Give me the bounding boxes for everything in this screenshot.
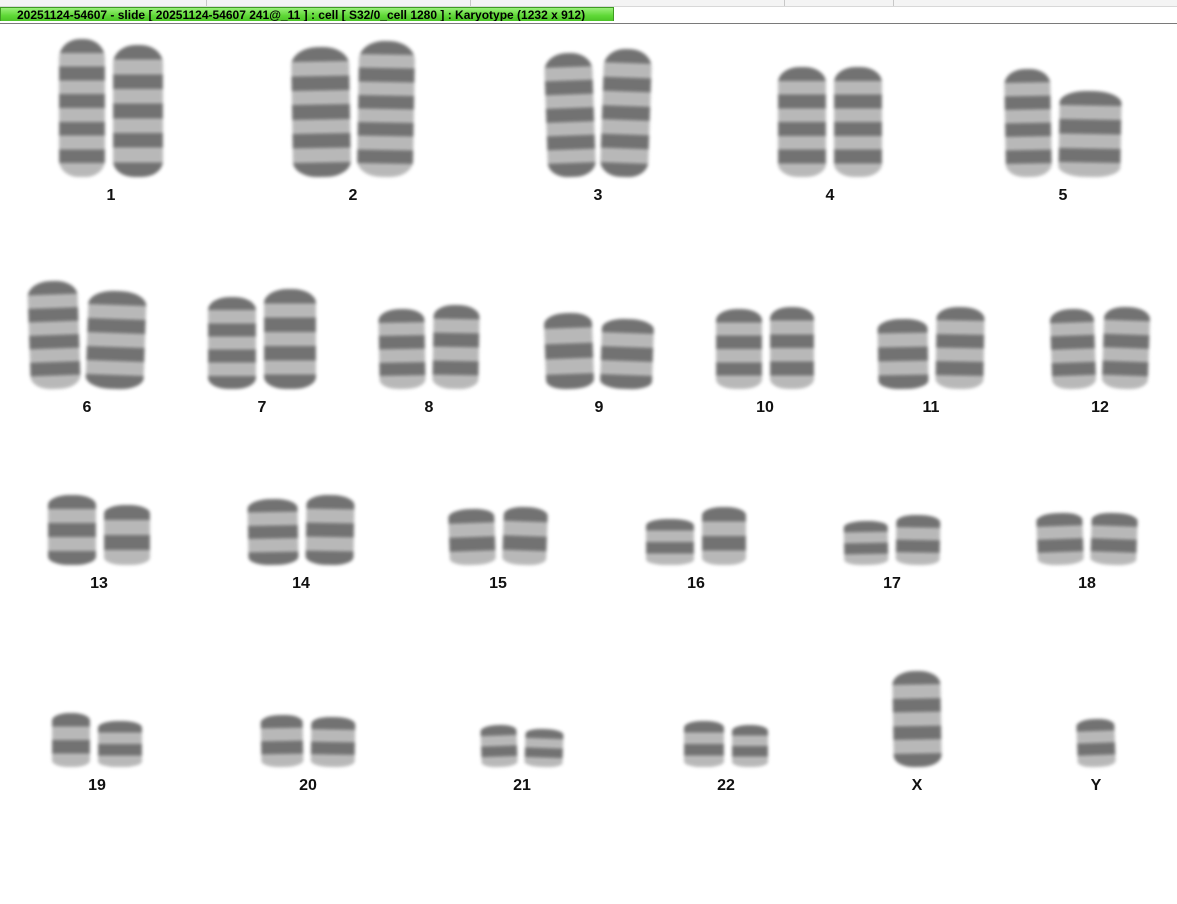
chromosome-10-homolog-1[interactable] — [716, 309, 762, 389]
chromosome-22-homolog-2[interactable] — [732, 725, 768, 767]
chromosome-label-15: 15 — [489, 575, 507, 592]
chromosome-2-homolog-1[interactable] — [290, 46, 352, 178]
chromosome-16-homolog-1[interactable] — [646, 519, 694, 565]
top-toolbar-strip — [0, 0, 1177, 7]
chromosome-12-homolog-1[interactable] — [1049, 308, 1097, 390]
chromosome-Y-homolog-1[interactable] — [1076, 718, 1116, 768]
chromosome-label-19: 19 — [88, 777, 106, 794]
chromosome-label-21: 21 — [513, 777, 531, 794]
chromosome-label-X: X — [911, 777, 923, 794]
chromosome-15-homolog-2[interactable] — [502, 506, 548, 566]
chromosome-label-18: 18 — [1078, 575, 1096, 592]
chromosome-3-homolog-1[interactable] — [543, 52, 597, 178]
chromosome-label-Y: Y — [1090, 777, 1102, 794]
chromosome-label-1: 1 — [106, 187, 116, 204]
chromosome-10-homolog-2[interactable] — [770, 307, 814, 389]
chromosome-14-homolog-2[interactable] — [305, 494, 355, 566]
chromosome-13-homolog-1[interactable] — [48, 495, 96, 565]
chromosome-1-homolog-2[interactable] — [113, 45, 163, 177]
chromosome-12-homolog-2[interactable] — [1101, 306, 1151, 390]
chromosome-5-homolog-1[interactable] — [1004, 68, 1052, 178]
chromosome-label-3: 3 — [593, 187, 603, 204]
chromosome-5-homolog-2[interactable] — [1058, 90, 1122, 178]
chromosome-22-homolog-1[interactable] — [684, 721, 724, 767]
chromosome-X-homolog-1[interactable] — [892, 670, 942, 768]
chromosome-6-homolog-2[interactable] — [85, 290, 147, 390]
chromosome-label-17: 17 — [883, 575, 901, 592]
chromosome-9-homolog-2[interactable] — [599, 318, 655, 390]
chromosome-11-homolog-2[interactable] — [935, 306, 985, 390]
chromosome-label-13: 13 — [90, 575, 108, 592]
chromosome-label-8: 8 — [424, 399, 434, 416]
chromosome-9-homolog-1[interactable] — [543, 312, 595, 390]
chromosome-label-5: 5 — [1058, 187, 1068, 204]
chromosome-7-homolog-2[interactable] — [264, 289, 316, 389]
chromosome-4-homolog-1[interactable] — [778, 67, 826, 177]
chromosome-label-4: 4 — [825, 187, 835, 204]
chromosome-19-homolog-1[interactable] — [52, 713, 90, 767]
chromosome-14-homolog-1[interactable] — [247, 498, 299, 566]
chromosome-label-6: 6 — [82, 399, 92, 416]
chromosome-label-10: 10 — [756, 399, 774, 416]
karyotype-tab[interactable]: 20251124-54607 - slide [ 20251124-54607 … — [0, 7, 614, 21]
chromosome-16-homolog-2[interactable] — [702, 507, 746, 565]
chromosome-1-homolog-1[interactable] — [59, 39, 105, 177]
chromosome-label-9: 9 — [594, 399, 604, 416]
toolbar-divider — [784, 0, 785, 6]
toolbar-divider — [470, 0, 471, 6]
chromosome-3-homolog-2[interactable] — [599, 48, 653, 178]
toolbar-divider — [893, 0, 894, 6]
chromosome-7-homolog-1[interactable] — [208, 297, 256, 389]
karyotype-canvas: 1 2 3 4 5 6 7 8 9 10 11 12 13 14 15 16 17 18 19 20 21 22 X Y — [0, 24, 1177, 904]
toolbar-divider — [206, 0, 207, 6]
chromosome-21-homolog-2[interactable] — [524, 728, 564, 768]
chromosome-20-homolog-1[interactable] — [260, 714, 304, 768]
chromosome-19-homolog-2[interactable] — [98, 721, 142, 767]
chromosome-15-homolog-1[interactable] — [448, 508, 496, 566]
chromosome-8-homolog-2[interactable] — [432, 304, 480, 390]
chromosome-13-homolog-2[interactable] — [104, 505, 150, 565]
chromosome-label-16: 16 — [687, 575, 705, 592]
chromosome-2-homolog-2[interactable] — [356, 40, 416, 178]
chromosome-label-20: 20 — [299, 777, 317, 794]
chromosome-11-homolog-1[interactable] — [877, 318, 929, 390]
chromosome-4-homolog-2[interactable] — [834, 67, 882, 177]
chromosome-17-homolog-2[interactable] — [895, 514, 941, 566]
chromosome-20-homolog-2[interactable] — [310, 716, 356, 768]
chromosome-18-homolog-1[interactable] — [1036, 512, 1084, 566]
chromosome-label-22: 22 — [717, 777, 735, 794]
chromosome-label-7: 7 — [257, 399, 267, 416]
chromosome-label-11: 11 — [922, 399, 940, 416]
chromosome-8-homolog-1[interactable] — [378, 308, 426, 390]
chromosome-label-12: 12 — [1091, 399, 1109, 416]
chromosome-17-homolog-1[interactable] — [843, 520, 889, 566]
chromosome-label-14: 14 — [292, 575, 310, 592]
document-tab-bar: 20251124-54607 - slide [ 20251124-54607 … — [0, 7, 1177, 24]
chromosome-label-2: 2 — [348, 187, 358, 204]
chromosome-18-homolog-2[interactable] — [1090, 512, 1138, 566]
chromosome-6-homolog-1[interactable] — [27, 280, 81, 390]
chromosome-21-homolog-1[interactable] — [480, 724, 518, 768]
